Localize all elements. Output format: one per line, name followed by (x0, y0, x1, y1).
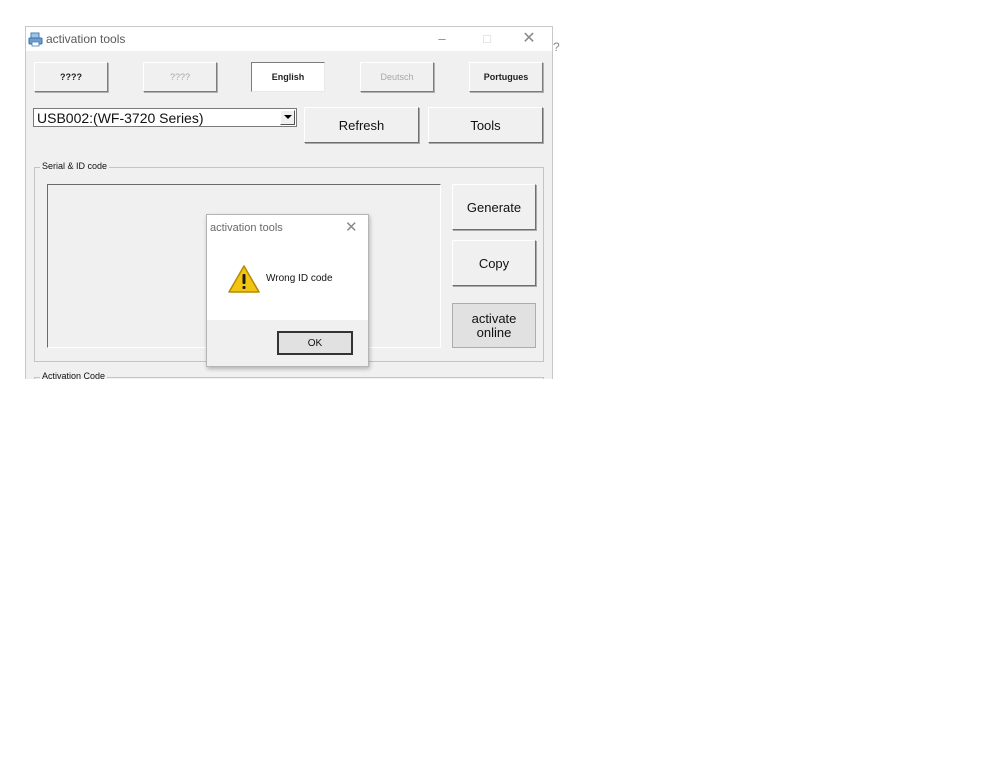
close-button[interactable]: ✕ (514, 29, 544, 49)
minimize-button[interactable]: – (427, 29, 457, 49)
refresh-button[interactable]: Refresh (304, 107, 419, 143)
dialog-title: activation tools (210, 222, 283, 234)
language-button-portugues[interactable]: Portugues (469, 62, 543, 92)
serial-id-group-label: Serial & ID code (40, 161, 110, 171)
printer-icon (28, 32, 43, 47)
language-button-deutsch[interactable]: Deutsch (360, 62, 434, 92)
copy-button[interactable]: Copy (452, 240, 536, 286)
activation-code-group-label: Activation Code (40, 371, 108, 379)
language-button-2[interactable]: ???? (143, 62, 217, 92)
warning-icon (228, 265, 260, 293)
dialog-body: activation tools ✕ Wrong ID code (207, 215, 368, 320)
window-title: activation tools (46, 32, 126, 46)
activate-online-label-line2: online (476, 324, 512, 340)
dialog-message: Wrong ID code (266, 273, 333, 284)
maximize-button[interactable]: □ (472, 29, 502, 49)
language-button-english[interactable]: English (251, 62, 325, 92)
language-button-1[interactable]: ???? (34, 62, 108, 92)
title-bar[interactable]: activation tools – □ ✕ (26, 27, 552, 51)
activate-online-label-line1: activate (471, 310, 517, 326)
dialog-close-button[interactable]: ✕ (345, 218, 358, 236)
device-select-value: USB002:(WF-3720 Series) (37, 110, 204, 126)
activate-online-button[interactable]: activate online (452, 303, 536, 348)
error-dialog: activation tools ✕ Wrong ID code OK (206, 214, 369, 367)
activation-code-groupbox: Activation Code (34, 371, 544, 379)
generate-button[interactable]: Generate (452, 184, 536, 230)
ok-button[interactable]: OK (277, 331, 353, 355)
tools-button[interactable]: Tools (428, 107, 543, 143)
background-window-fragment: ? (553, 40, 560, 54)
device-select[interactable]: USB002:(WF-3720 Series) (33, 108, 297, 127)
chevron-down-icon[interactable] (280, 110, 295, 125)
